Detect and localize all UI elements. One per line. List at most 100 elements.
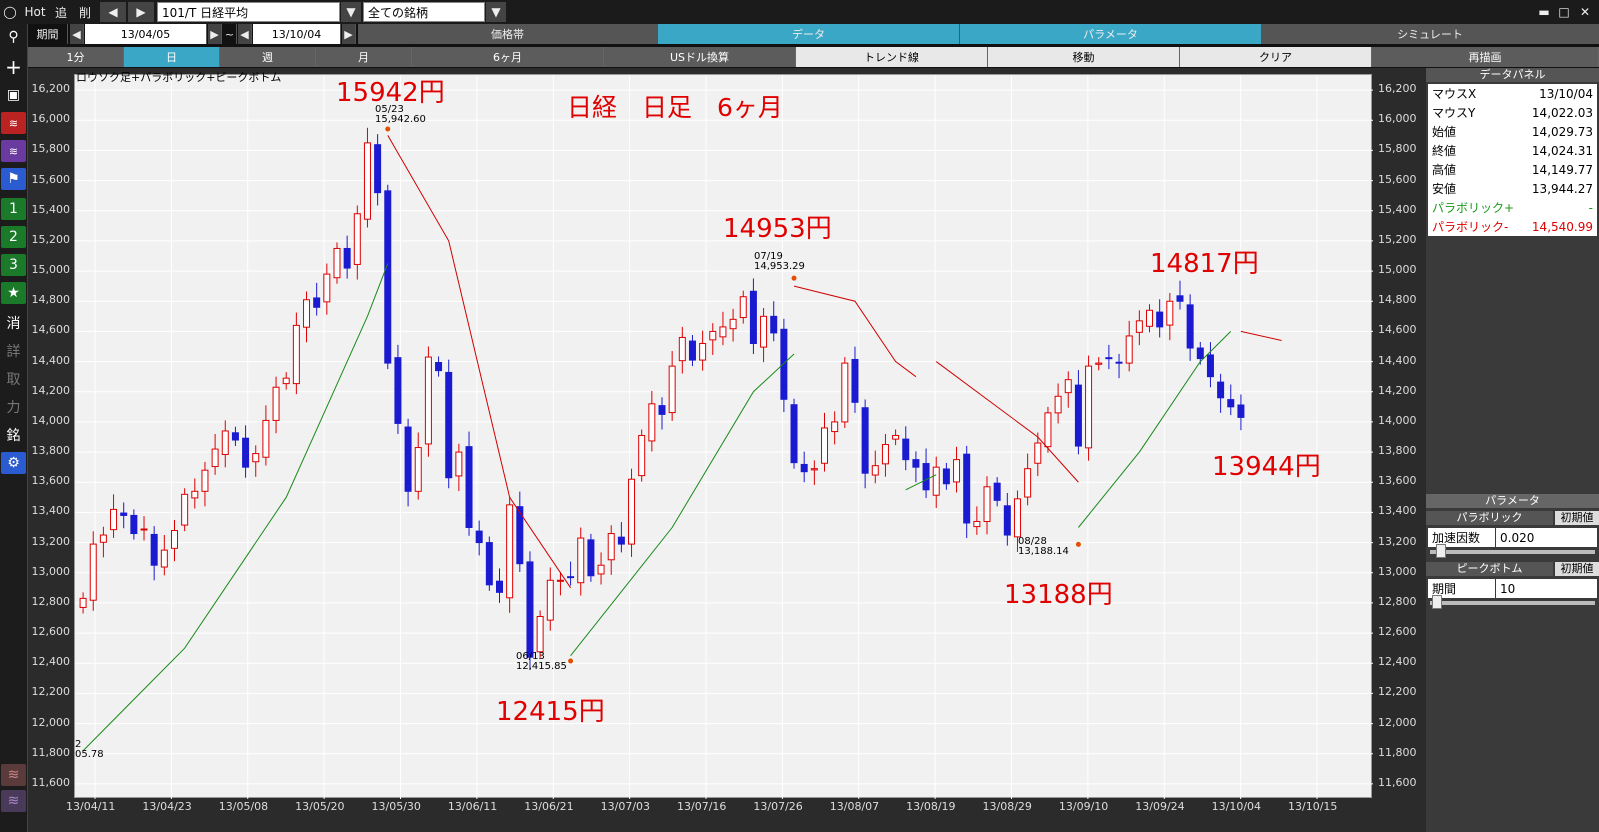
candle-body [1085,365,1093,449]
search-icon[interactable]: ⚲ [1,26,26,48]
to-next-icon[interactable]: ▶ [342,24,356,44]
data-row-label: 始値 [1432,125,1457,139]
range-6month-button[interactable]: 6ヶ月 [412,47,604,67]
candle-body [546,579,554,621]
accel-slider-track[interactable] [1430,550,1595,554]
tool-erase-button[interactable]: 消 [1,312,26,334]
candle-body [313,297,321,308]
hot-button[interactable]: Hot [22,2,48,22]
range-week-button[interactable]: 週 [220,47,316,67]
filter-dropdown-icon[interactable]: ▼ [486,2,506,22]
chart-purple-icon[interactable]: ≋ [1,140,26,162]
clear-button[interactable]: クリア [1180,47,1372,67]
period-param-input[interactable]: 10 [1496,579,1597,598]
y-tick-label: 15,800 [31,142,71,156]
camera-icon[interactable]: ▣ [1,84,26,106]
y-tick-label: 14,000 [1378,413,1417,427]
tool-2-button[interactable]: 2 [1,226,26,248]
period-from-input[interactable]: 13/04/05 [85,24,207,44]
parameter-title: パラメータ [1426,494,1599,508]
candle-body [932,466,940,496]
from-next-icon[interactable]: ▶ [208,24,222,44]
candle-body [1095,362,1103,365]
candle-body [201,469,209,492]
candle-body [414,447,422,492]
move-button[interactable]: 移動 [988,47,1180,67]
x-tick-label: 13/07/03 [600,800,651,813]
minimize-icon[interactable]: ▬ [1535,2,1553,22]
tab-parameters[interactable]: パラメータ [960,24,1262,44]
y-tick-label: 11,800 [1378,745,1417,759]
chart-purple-disabled-icon: ≋ [1,790,26,812]
plot-area[interactable] [74,74,1373,799]
close-icon[interactable]: ✕ [1575,2,1595,22]
candle-body [749,290,757,344]
y-tick-label: 11,800 [31,745,71,759]
data-row-value: 14,149.77 [1531,162,1593,177]
star-icon[interactable]: ★ [1,282,26,304]
redraw-button[interactable]: 再描画 [1372,47,1599,67]
parabolic-minus-label: パラボリック- [1432,220,1509,234]
tool-input-button[interactable]: 力 [1,396,26,418]
period-to-input[interactable]: 13/10/04 [253,24,341,44]
tool-1-button[interactable]: 1 [1,198,26,220]
x-tick-label: 13/08/19 [906,800,956,813]
y-tick-label: 13,600 [1378,474,1417,488]
usd-convert-button[interactable]: USドル換算 [604,47,796,67]
parabolic-plus-line [82,263,389,752]
tool-brand-button[interactable]: 銘 [1,424,26,446]
candle-body [912,459,920,468]
tab-data[interactable]: データ [658,24,960,44]
candle-body [953,459,961,483]
from-prev-icon[interactable]: ◀ [70,24,84,44]
range-day-button[interactable]: 日 [124,47,220,67]
y-tick-label: 15,600 [31,172,71,186]
filter-select[interactable]: 全ての銘柄 [363,2,485,22]
gear-icon[interactable]: ⚙ [1,452,26,474]
candle-body [536,615,544,653]
chart-red-icon[interactable]: ≋ [1,112,26,134]
bottom-value: 13,188.14 [1018,546,1069,557]
peak-reset-button[interactable]: 初期値 [1555,562,1599,576]
add-button[interactable]: 追 [50,2,72,22]
flag-icon[interactable]: ⚑ [1,168,26,190]
left-partial-label: 2 05.78 [75,740,104,760]
candle-body [648,403,656,442]
trendline-button[interactable]: トレンド線 [796,47,988,67]
range-1min-button[interactable]: 1分 [28,47,124,67]
lightbulb-icon[interactable]: ◯ [2,2,18,22]
range-month-button[interactable]: 月 [316,47,412,67]
period-slider-track[interactable] [1430,601,1595,605]
period-slider-handle[interactable] [1432,595,1442,609]
candle-body [485,542,493,586]
delete-button[interactable]: 削 [74,2,96,22]
tool-detail-button[interactable]: 詳 [1,340,26,362]
candle-body [1237,404,1245,418]
tab-simulate[interactable]: シミュレート [1262,24,1599,44]
candle-body [323,273,331,303]
maximize-icon[interactable]: □ [1555,2,1573,22]
x-tick-label: 13/05/30 [371,800,421,813]
candle-body [739,296,747,319]
annotation-last: 13944円 [1212,452,1321,482]
x-tick-label: 13/08/29 [982,800,1032,813]
prev-icon[interactable]: ◀ [100,2,126,22]
parabolic-reset-button[interactable]: 初期値 [1555,511,1599,525]
symbol-input[interactable]: 101/T 日経平均 [157,2,340,22]
symbol-dropdown-icon[interactable]: ▼ [341,2,361,22]
candle-body [821,427,829,464]
candle-body [902,438,910,461]
crosshair-icon[interactable]: + [1,55,26,79]
accel-slider-handle[interactable] [1436,544,1446,558]
x-tick-label: 13/10/04 [1211,800,1262,813]
next-icon[interactable]: ▶ [128,2,154,22]
tab-price-band[interactable]: 価格帯 [358,24,658,44]
accel-input[interactable]: 0.020 [1496,528,1597,547]
tool-fetch-button[interactable]: 取 [1,368,26,390]
candle-body [770,315,778,334]
candle-body [333,247,341,279]
to-prev-icon[interactable]: ◀ [238,24,252,44]
tool-3-button[interactable]: 3 [1,254,26,276]
y-tick-label: 13,000 [1378,564,1417,578]
data-row: 高値 14,149.77 [1428,160,1597,179]
